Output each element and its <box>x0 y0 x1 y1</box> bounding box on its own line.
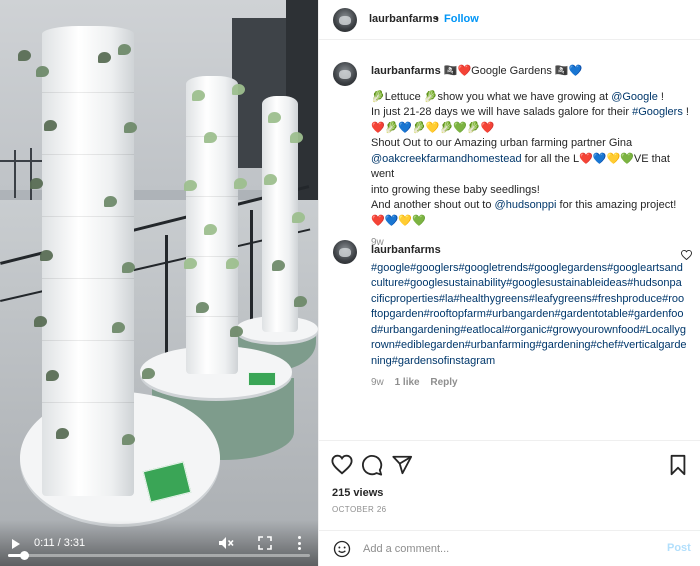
comment-bubble-icon[interactable] <box>361 454 383 476</box>
caption-text: ! <box>657 90 664 103</box>
caption-text: In just 21-28 days we will have salads g… <box>371 106 633 118</box>
lettuce-leaf <box>204 224 217 235</box>
lettuce-leaf <box>44 120 57 131</box>
header-separator: • <box>435 13 439 25</box>
add-comment-bar: Post <box>319 530 700 566</box>
mention-link[interactable]: @Google <box>611 91 658 103</box>
hashtag-link[interactable]: #Googlers <box>632 106 683 118</box>
caption-text: into growing these baby seedlings! <box>371 183 540 196</box>
video-railing <box>14 150 16 198</box>
lettuce-leaf <box>184 180 197 191</box>
comment-hashtags[interactable]: #google#googlers#googletrends#googlegard… <box>371 261 687 370</box>
lettuce-leaf <box>294 296 307 307</box>
share-paper-plane-icon[interactable] <box>391 454 413 476</box>
caption-text: for this amazing project! <box>556 199 677 211</box>
caption-text: 🥬Lettuce 🥬show you what we have growing … <box>371 90 612 103</box>
video-railing <box>30 148 32 200</box>
mention-link[interactable]: @oakcreekfarmandhomestead <box>371 153 522 165</box>
lettuce-leaf <box>272 260 285 271</box>
lettuce-leaf <box>122 262 135 273</box>
post-video[interactable]: 0:11 / 3:31 <box>0 0 318 566</box>
save-bookmark-icon[interactable] <box>667 454 689 476</box>
lettuce-leaf <box>46 370 59 381</box>
lettuce-leaf <box>232 84 245 95</box>
video-progress-knob[interactable] <box>19 551 29 560</box>
comment-like-heart-icon[interactable] <box>681 250 692 260</box>
caption-text: ! <box>682 106 689 118</box>
comment-age[interactable]: 9w <box>371 377 384 388</box>
video-controls: 0:11 / 3:31 <box>0 520 318 566</box>
lettuce-leaf <box>142 368 155 379</box>
lettuce-leaf <box>36 66 49 77</box>
lettuce-leaf <box>122 434 135 445</box>
lettuce-leaf <box>184 258 197 269</box>
lettuce-leaf <box>104 196 117 207</box>
play-icon[interactable] <box>12 539 20 549</box>
lettuce-leaf <box>204 132 217 143</box>
caption-text: And another shout out to <box>371 199 495 211</box>
lettuce-leaf <box>226 258 239 269</box>
follow-button[interactable]: Follow <box>444 13 479 25</box>
caption-username[interactable]: laurbanfarms <box>371 65 441 77</box>
caption-avatar[interactable] <box>333 62 357 86</box>
comment: laurbanfarms #google#googlers#googletren… <box>371 243 687 391</box>
plant-label-card <box>248 372 276 386</box>
like-heart-icon[interactable] <box>331 454 353 476</box>
post-caption: laurbanfarms 🏴‍☠️❤️Google Gardens 🏴‍☠️💙 … <box>371 64 689 251</box>
mute-icon[interactable] <box>218 536 234 550</box>
post-header: laurbanfarms • Follow <box>319 0 700 40</box>
post-panel: laurbanfarms • Follow laurbanfarms 🏴‍☠️❤… <box>318 0 700 566</box>
caption-title: 🏴‍☠️❤️Google Gardens 🏴‍☠️💙 <box>443 65 583 77</box>
comment-meta: 9w 1 like Reply <box>371 375 687 391</box>
post-actions: 215 views OCTOBER 26 <box>319 440 700 540</box>
lettuce-leaf <box>18 50 31 61</box>
lettuce-leaf <box>124 122 137 133</box>
lettuce-leaf <box>30 178 43 189</box>
header-username[interactable]: laurbanfarms <box>369 13 439 25</box>
comment-likes[interactable]: 1 like <box>395 377 420 388</box>
lettuce-leaf <box>118 44 131 55</box>
emoji-smiley-icon[interactable] <box>333 540 351 558</box>
lettuce-leaf <box>290 132 303 143</box>
comment-username[interactable]: laurbanfarms <box>371 243 687 259</box>
lettuce-leaf <box>56 428 69 439</box>
instagram-post: 0:11 / 3:31 laurbanfarms • Follow laurba… <box>0 0 700 566</box>
lettuce-leaf <box>196 302 209 313</box>
post-comment-button[interactable]: Post <box>667 542 691 554</box>
lettuce-leaf <box>34 316 47 327</box>
lettuce-leaf <box>264 174 277 185</box>
planter-tower <box>42 26 134 496</box>
caption-text: Shout Out to our Amazing urban farming p… <box>371 137 633 149</box>
comment-reply-button[interactable]: Reply <box>430 377 457 388</box>
video-railing <box>165 235 168 355</box>
comment-avatar[interactable] <box>333 240 357 264</box>
caption-emoji-row: ❤️🥬💙🥬💛🥬💚🥬❤️ <box>371 121 495 134</box>
more-vertical-icon[interactable] <box>296 535 302 551</box>
lettuce-leaf <box>98 52 111 63</box>
comment-input[interactable] <box>363 539 643 559</box>
lettuce-leaf <box>192 90 205 101</box>
lettuce-leaf <box>112 322 125 333</box>
lettuce-leaf <box>292 212 305 223</box>
post-date: OCTOBER 26 <box>332 505 387 514</box>
video-time: 0:11 / 3:31 <box>34 537 86 549</box>
mention-link[interactable]: @hudsonppi <box>495 199 557 211</box>
view-count[interactable]: 215 views <box>332 487 383 499</box>
lettuce-leaf <box>230 326 243 337</box>
lettuce-leaf <box>234 178 247 189</box>
fullscreen-icon[interactable] <box>258 536 272 550</box>
video-progress-bar[interactable] <box>8 551 310 560</box>
avatar[interactable] <box>333 8 357 32</box>
lettuce-leaf <box>40 250 53 261</box>
caption-hearts: ❤️💙💛💚 <box>371 214 426 227</box>
lettuce-leaf <box>268 112 281 123</box>
